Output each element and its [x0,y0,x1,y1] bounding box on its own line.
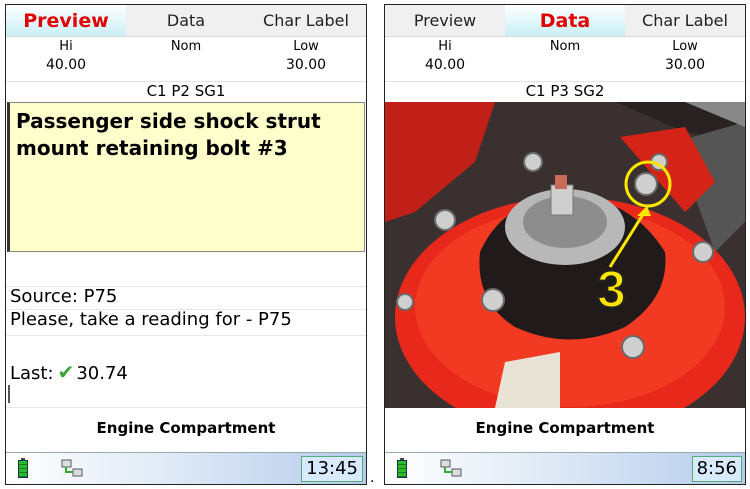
source-text: Source: P75 [10,286,118,307]
checkmark-icon: ✔ [57,360,75,384]
input-caret[interactable] [8,385,10,403]
tab-data[interactable]: Data [126,5,246,36]
tab-char-label[interactable]: Char Label [625,5,745,36]
tab-preview[interactable]: Preview [6,5,126,36]
limit-nom: Nom [126,38,246,78]
last-value: 30.74 [76,363,128,384]
limits-row: Hi 40.00 Nom Low 30.00 [385,38,745,78]
battery-icon [18,458,28,478]
characteristic-id: C1 P2 SG1 [6,81,366,103]
limit-low-value: 30.00 [285,57,327,73]
tab-data[interactable]: Data [505,5,625,36]
limit-hi-value: 40.00 [45,57,87,73]
limit-low: Low 30.00 [625,38,745,78]
limit-hi-label: Hi [438,39,452,54]
limit-nom-label: Nom [170,39,202,54]
clock[interactable]: 8:56 [691,456,742,482]
limit-hi-label: Hi [59,39,73,54]
reading-prompt: Please, take a reading for - P75 [10,309,292,330]
device-screen-data: Preview Data Char Label Hi 40.00 Nom Low… [384,4,746,485]
characteristic-id: C1 P3 SG2 [385,81,745,103]
limit-low: Low 30.00 [246,38,366,78]
last-reading: Last: ✔ 30.74 [10,360,362,384]
network-icon[interactable] [61,459,83,479]
tab-bar: Preview Data Char Label [385,5,745,37]
location-label: Engine Compartment [475,419,655,437]
limit-low-label: Low [293,39,319,54]
battery-icon [397,458,407,478]
limit-hi-value: 40.00 [424,57,466,73]
clock[interactable]: 13:45 [301,456,363,482]
limit-hi: Hi 40.00 [385,38,505,78]
limit-low-label: Low [672,39,698,54]
location-label: Engine Compartment [96,419,276,437]
limits-row: Hi 40.00 Nom Low 30.00 [6,38,366,78]
description-box: Passenger side shock strut mount retaini… [7,102,365,252]
last-label: Last: [10,363,54,384]
divider [6,335,366,336]
network-icon[interactable] [440,459,462,479]
separator-dot: . [370,470,375,486]
taskbar: 13:45 [6,452,366,484]
limit-low-value: 30.00 [664,57,706,73]
limit-nom: Nom [505,38,625,78]
divider [6,407,366,408]
callout-number: 3 [597,261,626,319]
taskbar: 8:56 [385,452,745,484]
device-screen-preview: Preview Data Char Label Hi 40.00 Nom Low… [5,4,367,485]
tab-char-label[interactable]: Char Label [246,5,366,36]
limit-nom-label: Nom [549,39,581,54]
tab-bar: Preview Data Char Label [6,5,366,37]
tab-preview[interactable]: Preview [385,5,505,36]
limit-hi: Hi 40.00 [6,38,126,78]
strut-mount-photo: 3 [385,102,745,408]
